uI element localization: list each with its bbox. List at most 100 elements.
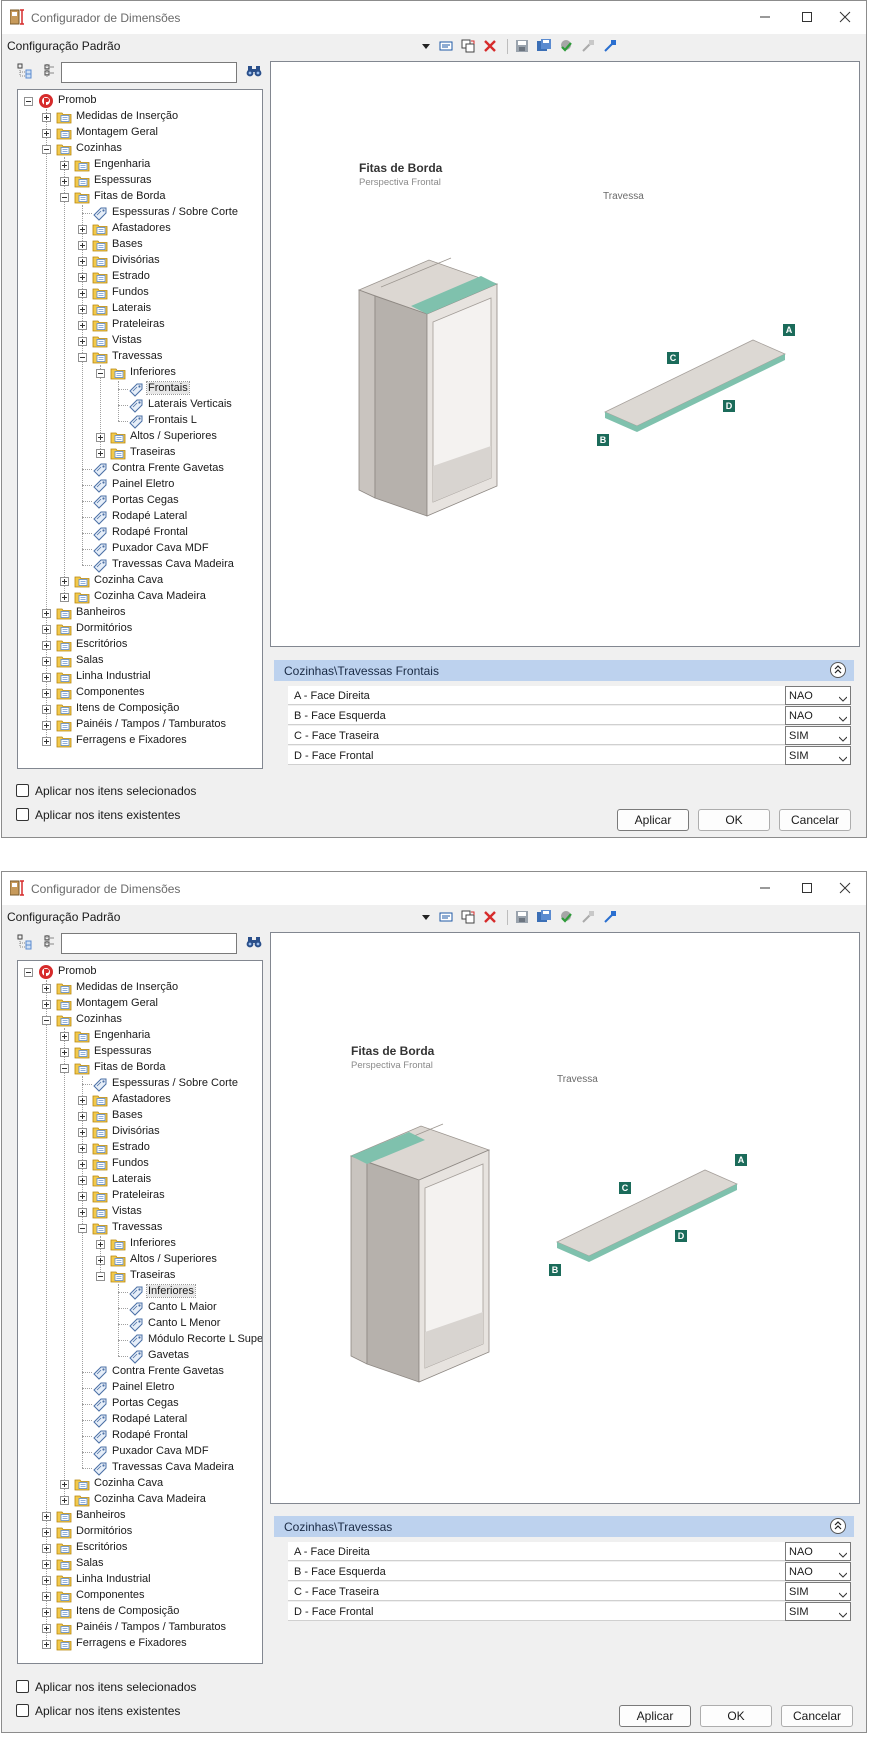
export-icon[interactable] bbox=[580, 909, 596, 925]
tree-node[interactable]: Engenharia bbox=[60, 157, 258, 173]
tree-node[interactable]: Fitas de Borda bbox=[60, 189, 258, 205]
expand-icon[interactable] bbox=[42, 1512, 51, 1521]
expand-icon[interactable] bbox=[78, 1192, 87, 1201]
tree-node[interactable]: Cozinhas bbox=[42, 1012, 258, 1028]
delete-icon[interactable] bbox=[482, 38, 498, 54]
tree-node[interactable]: Módulo Recorte L Superior bbox=[114, 1332, 262, 1348]
tree-node[interactable]: Laterais bbox=[78, 1172, 258, 1188]
expand-icon[interactable] bbox=[42, 1640, 51, 1649]
export-icon[interactable] bbox=[580, 38, 596, 54]
copy-config-icon[interactable] bbox=[460, 38, 476, 54]
tree-node[interactable]: Inferiores bbox=[96, 365, 258, 381]
tree-node[interactable]: Rodapé Frontal bbox=[78, 1428, 258, 1444]
tree-node[interactable]: Linha Industrial bbox=[42, 1572, 258, 1588]
tree-node[interactable]: Cozinha Cava bbox=[60, 573, 258, 589]
expand-icon[interactable] bbox=[42, 625, 51, 634]
expand-icon[interactable] bbox=[60, 1496, 69, 1505]
collapse-icon[interactable] bbox=[78, 1224, 87, 1233]
config-combo[interactable]: Configuração Padrão bbox=[7, 39, 120, 53]
collapse-icon[interactable] bbox=[96, 1272, 105, 1281]
chevron-down-icon[interactable] bbox=[838, 693, 848, 702]
collapse-all-icon[interactable] bbox=[41, 63, 57, 79]
expand-icon[interactable] bbox=[78, 289, 87, 298]
expand-icon[interactable] bbox=[42, 1544, 51, 1553]
tree-node[interactable]: Painéis / Tampos / Tamburatos bbox=[42, 717, 258, 733]
expand-icon[interactable] bbox=[60, 161, 69, 170]
binoculars-search-icon[interactable] bbox=[246, 935, 262, 949]
validate-icon[interactable] bbox=[558, 38, 574, 54]
expand-icon[interactable] bbox=[78, 273, 87, 282]
tree-node[interactable]: Dormitórios bbox=[42, 1524, 258, 1540]
property-value-select[interactable]: SIM bbox=[785, 1602, 851, 1621]
tree-node[interactable]: Frontais L bbox=[114, 413, 258, 429]
tree-search-input[interactable] bbox=[61, 933, 237, 954]
tree-node[interactable]: Painel Eletro bbox=[78, 477, 258, 493]
expand-icon[interactable] bbox=[42, 689, 51, 698]
tree-node[interactable]: Altos / Superiores bbox=[96, 429, 258, 445]
chevron-down-icon[interactable] bbox=[838, 753, 848, 762]
chevron-down-icon[interactable] bbox=[838, 713, 848, 722]
expand-icon[interactable] bbox=[42, 1000, 51, 1009]
tree-node[interactable]: Espessuras / Sobre Corte bbox=[78, 1076, 258, 1092]
tree-node[interactable]: Prateleiras bbox=[78, 317, 258, 333]
tree-node[interactable]: Cozinhas bbox=[42, 141, 258, 157]
ok-button[interactable]: OK bbox=[698, 809, 770, 831]
chevron-down-icon[interactable] bbox=[838, 1589, 848, 1598]
tree-node[interactable]: Gavetas bbox=[114, 1348, 258, 1364]
tree-node[interactable]: Cozinha Cava Madeira bbox=[60, 1492, 258, 1508]
tree-node[interactable]: Montagem Geral bbox=[42, 996, 258, 1012]
expand-icon[interactable] bbox=[78, 257, 87, 266]
expand-icon[interactable] bbox=[78, 337, 87, 346]
expand-icon[interactable] bbox=[96, 449, 105, 458]
tree-node[interactable]: Altos / Superiores bbox=[96, 1252, 258, 1268]
property-value-select[interactable]: NAO bbox=[785, 706, 851, 725]
expand-icon[interactable] bbox=[60, 593, 69, 602]
expand-icon[interactable] bbox=[78, 1144, 87, 1153]
chevron-down-icon[interactable] bbox=[838, 1549, 848, 1558]
tree-node[interactable]: Bases bbox=[78, 1108, 258, 1124]
tree-node[interactable]: Divisórias bbox=[78, 1124, 258, 1140]
collapse-icon[interactable] bbox=[78, 353, 87, 362]
expand-all-icon[interactable] bbox=[17, 63, 33, 79]
minimize-button[interactable] bbox=[748, 876, 782, 900]
tree-node[interactable]: Afastadores bbox=[78, 1092, 258, 1108]
expand-icon[interactable] bbox=[42, 673, 51, 682]
save-icon[interactable] bbox=[514, 909, 530, 925]
tree-node[interactable]: Rodapé Lateral bbox=[78, 509, 258, 525]
tree-node[interactable]: Escritórios bbox=[42, 1540, 258, 1556]
tree-node[interactable]: Cozinha Cava Madeira bbox=[60, 589, 258, 605]
tree-node[interactable]: Contra Frente Gavetas bbox=[78, 461, 258, 477]
expand-icon[interactable] bbox=[42, 1576, 51, 1585]
tree-node[interactable]: Traseiras bbox=[96, 445, 258, 461]
tree-node[interactable]: Espessuras bbox=[60, 173, 258, 189]
tree-node[interactable]: Estrado bbox=[78, 269, 258, 285]
tree-node[interactable]: Montagem Geral bbox=[42, 125, 258, 141]
tree-node[interactable]: Ferragens e Fixadores bbox=[42, 1636, 258, 1652]
save-all-icon[interactable] bbox=[536, 38, 552, 54]
tree-node[interactable]: Componentes bbox=[42, 1588, 258, 1604]
tree-node[interactable]: Medidas de Inserção bbox=[42, 109, 258, 125]
delete-icon[interactable] bbox=[482, 909, 498, 925]
save-all-icon[interactable] bbox=[536, 909, 552, 925]
tree-node[interactable]: Cozinha Cava bbox=[60, 1476, 258, 1492]
chevron-up-icon[interactable] bbox=[830, 1518, 846, 1534]
tree-node[interactable]: Laterais Verticais bbox=[114, 397, 258, 413]
new-config-icon[interactable] bbox=[438, 909, 454, 925]
tree-node[interactable]: Travessas bbox=[78, 1220, 258, 1236]
expand-icon[interactable] bbox=[42, 1528, 51, 1537]
save-icon[interactable] bbox=[514, 38, 530, 54]
collapse-all-icon[interactable] bbox=[41, 934, 57, 950]
collapse-icon[interactable] bbox=[60, 193, 69, 202]
ok-button[interactable]: OK bbox=[700, 1705, 772, 1727]
chevron-down-icon[interactable] bbox=[422, 41, 430, 49]
tree-node[interactable]: Fitas de Borda bbox=[60, 1060, 258, 1076]
expand-icon[interactable] bbox=[42, 737, 51, 746]
new-config-icon[interactable] bbox=[438, 38, 454, 54]
apply-existing-checkbox[interactable] bbox=[16, 1704, 29, 1717]
cancel-button[interactable]: Cancelar bbox=[781, 1705, 853, 1727]
maximize-button[interactable] bbox=[790, 876, 824, 900]
property-value-select[interactable]: SIM bbox=[785, 726, 851, 745]
expand-icon[interactable] bbox=[42, 129, 51, 138]
tree-node[interactable]: Travessas bbox=[78, 349, 258, 365]
cancel-button[interactable]: Cancelar bbox=[779, 809, 851, 831]
